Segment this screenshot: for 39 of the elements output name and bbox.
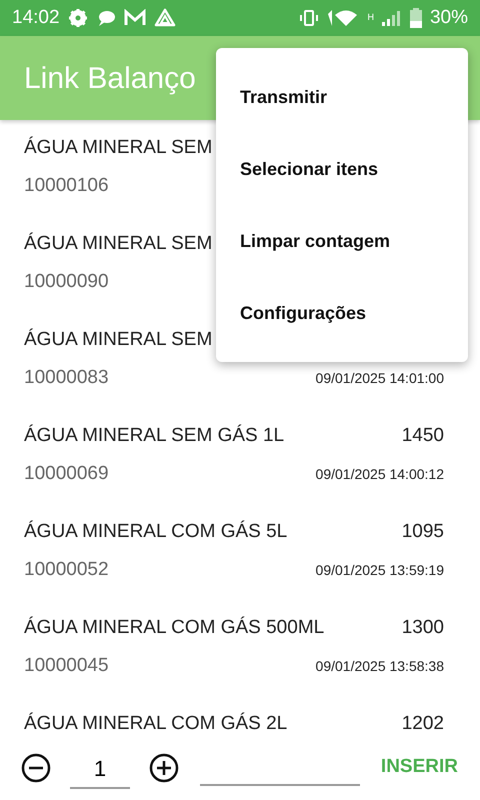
item-date: 09/01/2025 13:59:19 [316, 560, 444, 580]
network-type: H [367, 11, 374, 24]
item-name: ÁGUA MINERAL SEM GÁS 1L [24, 424, 284, 448]
triangle-icon [154, 8, 176, 28]
vibrate-icon [299, 9, 320, 27]
item-code: 10000052 [24, 558, 109, 582]
signal-icon [382, 10, 402, 26]
wifi-icon [327, 8, 360, 28]
gear-icon [68, 8, 88, 28]
item-name: ÁGUA MINERAL COM GÁS 2L [24, 712, 288, 735]
status-time: 14:02 [12, 6, 60, 30]
item-name: ÁGUA MINERAL SEM [24, 232, 212, 256]
item-date: 09/01/2025 13:58:38 [316, 656, 444, 676]
menu-item[interactable]: Limpar contagem [216, 205, 468, 277]
item-count: 1450 [402, 424, 444, 448]
battery-percent: 30% [430, 6, 468, 30]
app-title: Link Balanço [24, 60, 196, 96]
item-count: 1202 [402, 712, 444, 735]
item-date: 09/01/2025 14:01:00 [316, 368, 444, 388]
battery-icon [410, 8, 422, 28]
item-code: 10000083 [24, 366, 109, 390]
menu-item[interactable]: Selecionar itens [216, 133, 468, 205]
menu-item[interactable]: Transmitir [216, 61, 468, 133]
item-code: 10000090 [24, 270, 109, 294]
minus-icon[interactable] [20, 752, 52, 784]
item-name: ÁGUA MINERAL SEM [24, 328, 212, 352]
item-code: 10000069 [24, 462, 109, 486]
plus-icon[interactable] [148, 752, 180, 784]
item-count: 1300 [402, 616, 444, 640]
item-name: ÁGUA MINERAL COM GÁS 500ML [24, 616, 324, 640]
item-code: 10000106 [24, 174, 109, 198]
item-count: 1095 [402, 520, 444, 544]
quantity-field[interactable]: 1 [70, 746, 130, 789]
mail-m-icon [124, 9, 146, 27]
item-name: ÁGUA MINERAL COM GÁS 5L [24, 520, 288, 544]
item-date: 09/01/2025 14:00:12 [316, 464, 444, 484]
item-code: 10000045 [24, 654, 109, 678]
item-name: ÁGUA MINERAL SEM [24, 136, 212, 160]
menu-item[interactable]: Configurações [216, 277, 468, 349]
